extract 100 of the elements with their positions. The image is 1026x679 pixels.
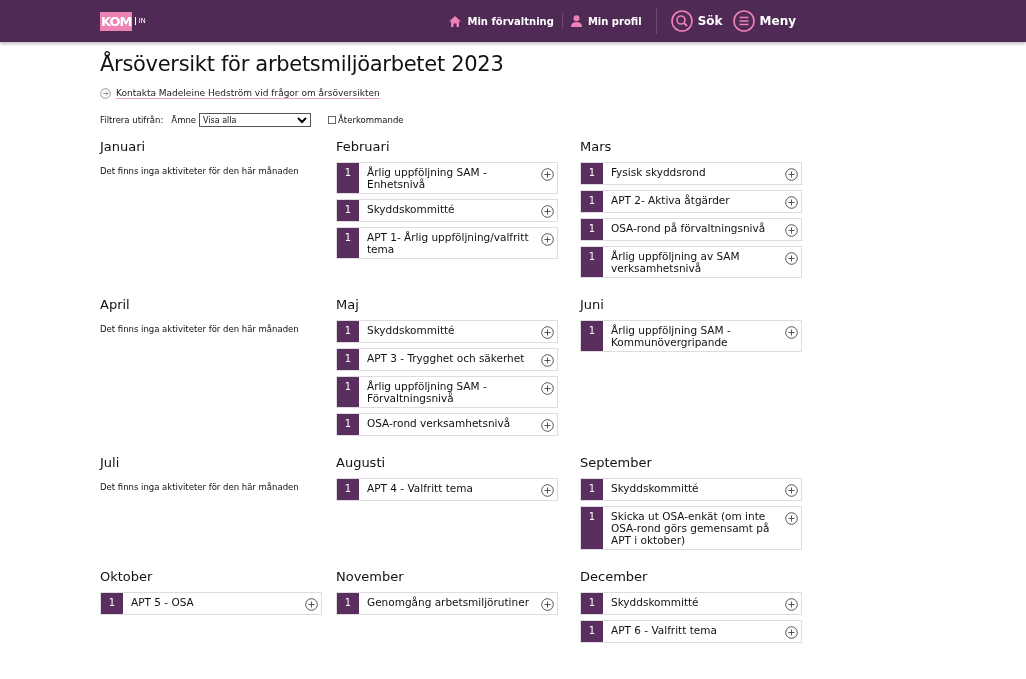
expand-icon[interactable] (541, 326, 554, 340)
month-heading: Juni (580, 297, 605, 313)
count-badge: 1 (337, 321, 359, 343)
nav-link[interactable]: Min profil (570, 15, 642, 27)
month-heading: September (580, 455, 653, 471)
expand-icon[interactable] (785, 626, 798, 640)
expand-icon[interactable] (785, 512, 798, 526)
count-badge: 1 (581, 507, 603, 550)
count-badge: 1 (337, 414, 359, 436)
count-badge: 1 (581, 321, 603, 352)
home-icon (449, 15, 462, 27)
count-badge: 1 (337, 593, 359, 615)
activity-card[interactable]: 1 Årlig uppföljning SAM - Kommunövergripande (580, 320, 802, 353)
activity-title: Skyddskommitté (610, 595, 700, 611)
expand-icon[interactable] (541, 419, 554, 433)
filter-label: Filtrera utifrån: (100, 115, 164, 125)
activity-title: Genomgång arbetsmiljörutiner (366, 595, 530, 611)
activity-card[interactable]: 1 OSA-rond verksamhetsnivå (336, 413, 558, 437)
activity-title: APT 4 - Valfritt tema (366, 481, 474, 497)
logo-text: KOM (100, 11, 133, 31)
activity-card[interactable]: 1 APT 5 - OSA (100, 592, 322, 616)
activity-card[interactable]: 1 Genomgång arbetsmiljörutiner (336, 592, 558, 616)
activity-card[interactable]: 1 Årlig uppföljning SAM - Enhetsnivå (336, 162, 558, 195)
count-badge: 1 (581, 163, 603, 184)
menu-button[interactable]: Meny (732, 10, 796, 32)
activity-card[interactable]: 1 Skyddskommitté (336, 199, 558, 223)
subject-dropdown[interactable]: Visa alla (199, 113, 312, 127)
expand-icon[interactable] (785, 484, 798, 498)
chevron-down-icon (297, 116, 308, 124)
count-badge: 1 (337, 479, 359, 501)
activity-title: APT 6 - Valfritt tema (610, 623, 718, 639)
activity-card[interactable]: 1 Årlig uppföljning av SAM verksamhetsnivå (580, 246, 802, 279)
page-title: Årsöversikt för arbetsmiljöarbetet 2023 (100, 52, 505, 76)
activity-card[interactable]: 1 Årlig uppföljning SAM - Förvaltningsnivå (336, 376, 558, 409)
activity-card[interactable]: 1 Skyddskommitté (580, 592, 802, 616)
expand-icon[interactable] (541, 233, 554, 247)
activity-card[interactable]: 1 APT 1- Årlig uppföljning/valfritt tema (336, 227, 558, 260)
activity-title: Årlig uppföljning av SAM verksamhetsnivå (610, 249, 741, 277)
expand-icon[interactable] (541, 168, 554, 181)
menu-icon (732, 10, 755, 32)
activity-title: Skicka ut OSA-enkät (om inte OSA-rond görs gemensamt på APT i oktober) (610, 509, 771, 549)
activity-card[interactable]: 1 Skicka ut OSA-enkät (om inte OSA-rond görs gemensamt på APT i oktober) (580, 506, 802, 551)
count-badge: 1 (581, 191, 603, 212)
expand-icon[interactable] (541, 598, 554, 612)
arrow-circle-icon (100, 88, 111, 99)
month-heading: December (580, 569, 649, 585)
expand-icon[interactable] (305, 598, 318, 612)
expand-icon[interactable] (541, 484, 554, 498)
activity-title: APT 3 - Trygghet och säkerhet (366, 351, 526, 367)
activity-title: Skyddskommitté (366, 323, 456, 339)
count-badge: 1 (101, 593, 123, 615)
activity-card[interactable]: 1 Fysisk skyddsrond (580, 162, 802, 185)
activity-card[interactable]: 1 APT 3 - Trygghet och säkerhet (336, 348, 558, 372)
activity-title: Årlig uppföljning SAM - Enhetsnivå (366, 165, 488, 193)
user-icon (570, 15, 582, 27)
activity-title: OSA-rond på förvaltningsnivå (610, 221, 767, 236)
activity-title: Årlig uppföljning SAM - Kommunövergripande (610, 323, 732, 351)
search-button[interactable]: Sök (670, 10, 723, 32)
expand-icon[interactable] (785, 326, 798, 340)
activity-title: Fysisk skyddsrond (610, 165, 707, 180)
activity-card[interactable]: 1 APT 4 - Valfritt tema (336, 478, 558, 502)
count-badge: 1 (337, 349, 359, 371)
expand-icon[interactable] (785, 252, 798, 265)
month-heading: Augusti (336, 455, 387, 471)
month-heading: Juli (100, 455, 121, 471)
empty-message: Det finns inga aktiviteter för den här månaden (100, 166, 300, 176)
subject-label: Ämne (171, 115, 197, 125)
activity-card[interactable]: 1 APT 2- Aktiva åtgärder (580, 190, 802, 213)
expand-icon[interactable] (785, 598, 798, 612)
expand-icon[interactable] (541, 382, 554, 396)
count-badge: 1 (337, 377, 359, 408)
expand-icon[interactable] (785, 224, 798, 237)
expand-icon[interactable] (785, 196, 798, 209)
activity-card[interactable]: 1 Skyddskommitté (336, 320, 558, 344)
recurring-label: Återkommande (338, 115, 404, 125)
expand-icon[interactable] (785, 168, 798, 181)
count-badge: 1 (337, 200, 359, 222)
activity-card[interactable]: 1 Skyddskommitté (580, 478, 802, 502)
count-badge: 1 (581, 621, 603, 643)
month-heading: April (100, 297, 131, 313)
count-badge: 1 (337, 163, 359, 194)
activity-title: OSA-rond verksamhetsnivå (366, 416, 512, 432)
contact-link[interactable]: Kontakta Madeleine Hedström vid frågor om årsöversikten (116, 88, 380, 99)
empty-message: Det finns inga aktiviteter för den här månaden (100, 324, 300, 335)
month-heading: Februari (336, 139, 391, 154)
recurring-checkbox[interactable] (328, 116, 337, 124)
month-heading: November (336, 569, 405, 585)
expand-icon[interactable] (541, 354, 554, 368)
activity-title: APT 1- Årlig uppföljning/valfritt tema (366, 230, 530, 258)
month-heading: Maj (336, 297, 360, 313)
nav-link[interactable]: Min förvaltning (449, 15, 554, 27)
activity-card[interactable]: 1 OSA-rond på förvaltningsnivå (580, 218, 802, 241)
search-icon (670, 10, 693, 32)
count-badge: 1 (581, 479, 603, 501)
activity-title: Skyddskommitté (366, 202, 456, 218)
activity-card[interactable]: 1 APT 6 - Valfritt tema (580, 620, 802, 644)
activity-title: APT 2- Aktiva åtgärder (610, 193, 731, 208)
expand-icon[interactable] (541, 205, 554, 219)
activity-title: APT 5 - OSA (130, 595, 195, 611)
month-heading: Oktober (100, 569, 154, 585)
